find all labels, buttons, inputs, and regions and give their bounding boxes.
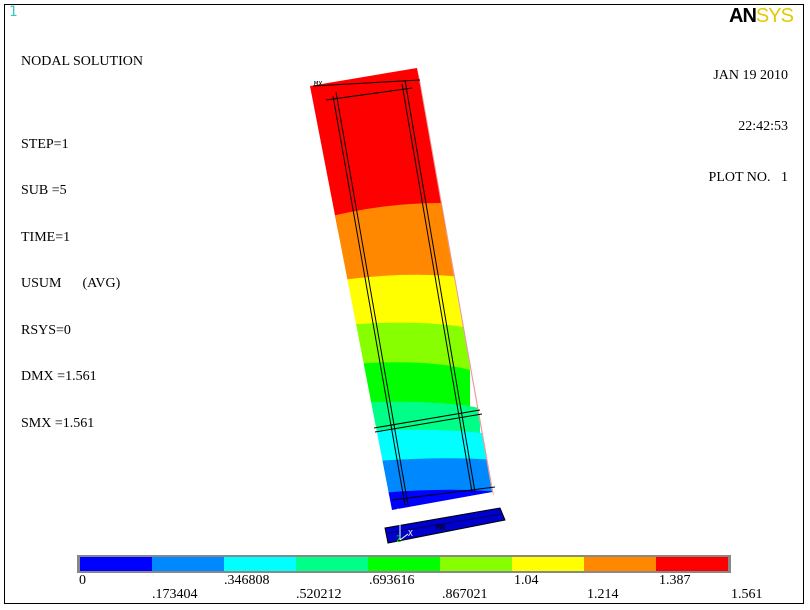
contour-plot[interactable]: MX MN Y Z X [0,0,810,610]
legend-label-0346808: .346808 [224,573,270,588]
legend-label-0867021: .867021 [442,587,488,602]
triad-x-label: X [408,529,413,538]
triad-z-label: Z [396,535,402,545]
legend-swatch-2 [224,557,296,571]
legend-label-104: 1.04 [514,573,539,588]
legend-label-0693616: .693616 [369,573,415,588]
contour-legend [77,555,731,573]
legend-label-0520212: .520212 [296,587,342,602]
displaced-column [310,68,506,544]
max-marker: MX [314,80,323,88]
legend-swatch-8 [656,557,728,571]
legend-label-1561: 1.561 [731,587,763,602]
legend-swatch-7 [584,557,656,571]
min-marker: MN [436,523,446,532]
legend-label-0173404: .173404 [152,587,198,602]
legend-label-0: 0 [79,573,86,588]
triad-y-label: Y [397,508,403,518]
legend-swatch-5 [440,557,512,571]
legend-swatch-1 [152,557,224,571]
legend-swatch-4 [368,557,440,571]
legend-swatch-6 [512,557,584,571]
legend-swatch-0 [80,557,152,571]
legend-label-1214: 1.214 [587,587,619,602]
legend-label-1387: 1.387 [659,573,691,588]
legend-swatch-3 [296,557,368,571]
